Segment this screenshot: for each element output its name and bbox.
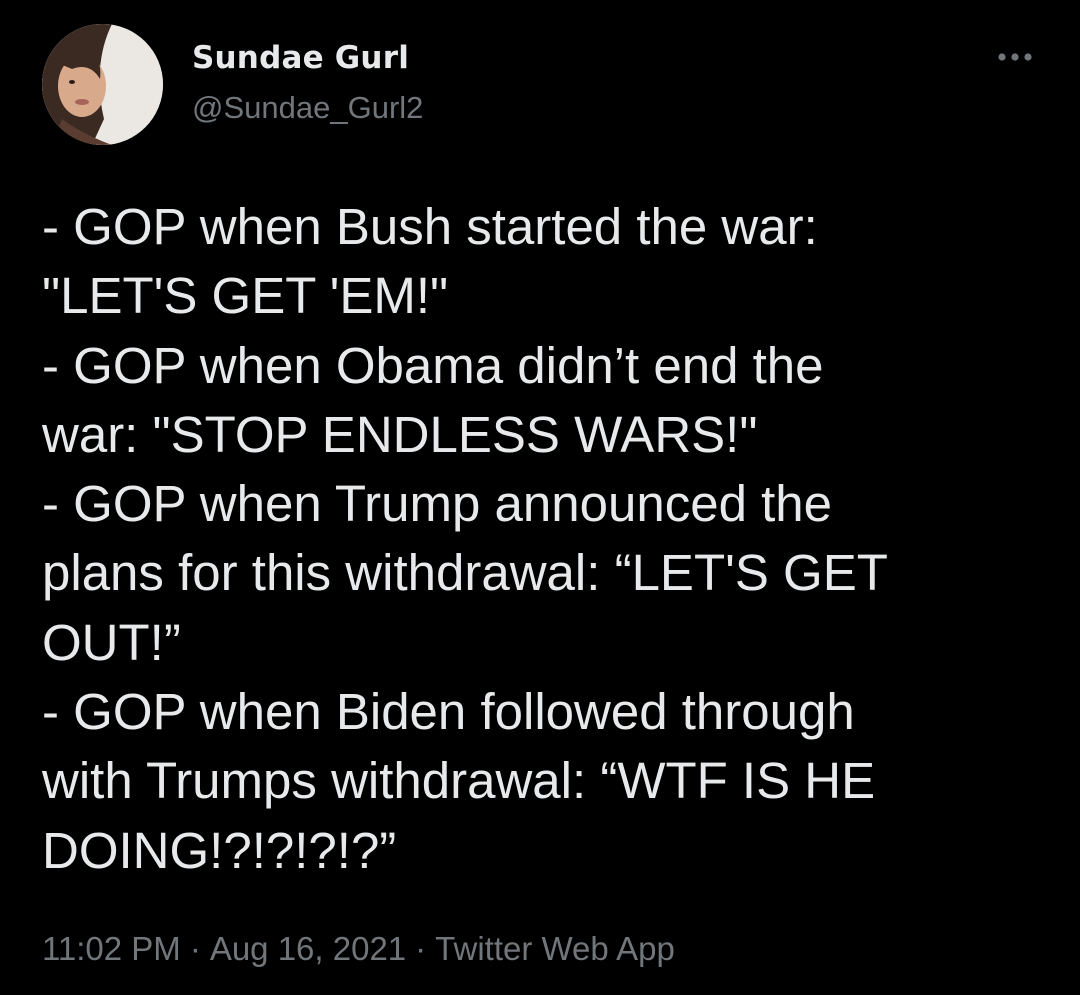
- tweet-text-line: OUT!”: [42, 613, 181, 671]
- tweet-text-line: "LET'S GET 'EM!": [42, 267, 449, 325]
- tweet-time[interactable]: 11:02 PM: [42, 930, 181, 967]
- tweet-text-line: DOING!?!?!?!?”: [42, 821, 397, 879]
- user-handle[interactable]: @Sundae_Gurl2: [192, 88, 423, 128]
- tweet-text-line: war: "STOP ENDLESS WARS!": [42, 405, 758, 463]
- tweet-card: Sundae Gurl @Sundae_Gurl2 - GOP when Bus…: [0, 0, 1080, 995]
- tweet-text: - GOP when Bush started the war: "LET'S …: [42, 192, 1052, 885]
- tweet-text-line: - GOP when Biden followed through: [42, 683, 855, 741]
- meta-separator: ·: [415, 930, 427, 967]
- profile-photo-icon: [42, 24, 163, 145]
- meta-separator: ·: [189, 930, 201, 967]
- more-options-button[interactable]: [994, 44, 1038, 70]
- more-options-icon: [998, 53, 1032, 61]
- tweet-text-line: - GOP when Bush started the war:: [42, 198, 818, 255]
- tweet-source-link[interactable]: Twitter Web App: [435, 930, 675, 967]
- avatar[interactable]: [42, 24, 163, 145]
- tweet-text-line: - GOP when Obama didn’t end the: [42, 336, 824, 394]
- display-name[interactable]: Sundae Gurl: [192, 38, 409, 78]
- tweet-metadata: 11:02 PM · Aug 16, 2021 · Twitter Web App: [42, 927, 675, 971]
- tweet-date[interactable]: Aug 16, 2021: [210, 930, 406, 967]
- tweet-text-line: with Trumps withdrawal: “WTF IS HE: [42, 752, 876, 810]
- tweet-text-line: plans for this withdrawal: “LET'S GET: [42, 544, 888, 602]
- tweet-text-line: - GOP when Trump announced the: [42, 475, 833, 533]
